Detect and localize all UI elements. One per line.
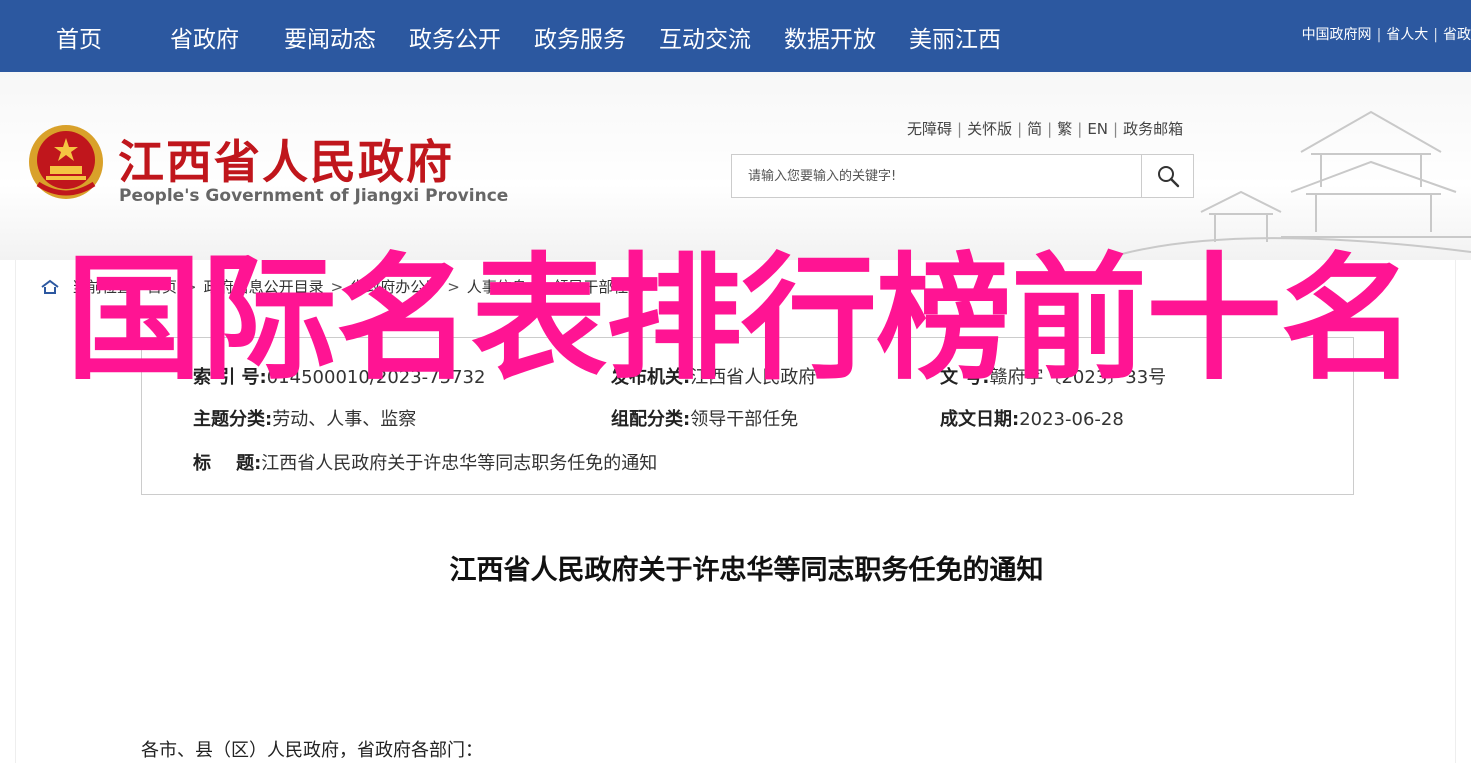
nav-item-province-gov[interactable]: 省政府 — [170, 20, 239, 54]
meta-index-label: 索 引 号: — [193, 367, 267, 388]
divider: | — [1376, 27, 1382, 43]
link-gov-mailbox[interactable]: 政务邮箱 — [1123, 120, 1183, 138]
top-right-links: 中国政府网 | 省人大 | 省政 — [1302, 24, 1471, 44]
meta-category: 组配分类:领导干部任免 — [611, 405, 798, 431]
breadcrumb-item-personnel[interactable]: 人事信息 — [467, 276, 527, 297]
document-title: 江西省人民政府关于许忠华等同志职务任免的通知 — [449, 555, 1044, 586]
nav-item-news[interactable]: 要闻动态 — [284, 20, 376, 54]
link-provincial-cppcc[interactable]: 省政 — [1443, 27, 1471, 43]
meta-category-value: 领导干部任免 — [690, 409, 799, 430]
link-traditional[interactable]: 繁 — [1057, 120, 1072, 138]
meta-date-label: 成文日期: — [940, 409, 1020, 430]
site-subtitle: People's Government of Jiangxi Province — [119, 186, 509, 206]
link-accessibility[interactable]: 无障碍 — [907, 120, 952, 138]
divider: | — [957, 120, 963, 138]
breadcrumb: 当前位置： 首页 > 政府信息公开目录 > 省政府办公厅 > 人事信息 > 领导… — [40, 276, 643, 297]
divider: | — [1017, 120, 1023, 138]
document-salutation: 各市、县（区）人民政府，省政府各部门： — [141, 740, 483, 761]
breadcrumb-item-appointments[interactable]: 领导干部任免 — [553, 276, 643, 297]
nav-item-interaction[interactable]: 互动交流 — [659, 20, 751, 54]
chevron-right-icon: > — [533, 277, 547, 296]
meta-docno-value: 赣府字〔2023〕33号 — [989, 367, 1167, 388]
breadcrumb-label: 当前位置： — [72, 278, 148, 296]
nav-item-gov-affairs-open[interactable]: 政务公开 — [409, 20, 501, 54]
link-simplified[interactable]: 简 — [1027, 120, 1042, 138]
link-english[interactable]: EN — [1087, 120, 1108, 138]
link-provincial-congress[interactable]: 省人大 — [1386, 27, 1428, 43]
meta-issuer-value: 江西省人民政府 — [690, 367, 817, 388]
meta-date: 成文日期:2023-06-28 — [940, 405, 1124, 431]
link-china-gov[interactable]: 中国政府网 — [1302, 27, 1372, 43]
divider: | — [1113, 120, 1119, 138]
meta-topic-label: 主题分类: — [193, 409, 273, 430]
meta-title-label: 标 题: — [193, 453, 262, 474]
search-icon — [1157, 166, 1179, 188]
search-box — [731, 154, 1194, 198]
meta-category-label: 组配分类: — [611, 409, 691, 430]
meta-title-value: 江西省人民政府关于许忠华等同志职务任免的通知 — [261, 453, 658, 474]
chevron-right-icon: > — [447, 277, 460, 296]
nav-item-home[interactable]: 首页 — [56, 20, 102, 54]
home-icon[interactable] — [40, 279, 60, 295]
breadcrumb-item-info-directory[interactable]: 政府信息公开目录 — [204, 276, 324, 297]
meta-date-value: 2023-06-28 — [1019, 409, 1124, 430]
search-button[interactable] — [1141, 155, 1193, 197]
nav-item-gov-services[interactable]: 政务服务 — [534, 20, 626, 54]
chevron-right-icon: > — [330, 277, 344, 296]
meta-docno-label: 文 号: — [940, 367, 990, 388]
nav-item-beautiful-jiangxi[interactable]: 美丽江西 — [909, 20, 1001, 54]
breadcrumb-item-general-office[interactable]: 省政府办公厅 — [350, 276, 440, 297]
chevron-right-icon: > — [184, 277, 197, 296]
national-emblem-icon — [29, 125, 103, 199]
meta-index-value: 014500010/2023-75732 — [266, 367, 486, 388]
meta-title: 标 题:江西省人民政府关于许忠华等同志职务任免的通知 — [193, 449, 657, 475]
meta-docno: 文 号:赣府字〔2023〕33号 — [940, 363, 1166, 389]
meta-topic-value: 劳动、人事、监察 — [272, 409, 417, 430]
divider: | — [1047, 120, 1053, 138]
meta-issuer-label: 发布机关: — [611, 367, 691, 388]
meta-topic: 主题分类:劳动、人事、监察 — [193, 405, 416, 431]
nav-item-open-data[interactable]: 数据开放 — [784, 20, 876, 54]
link-care-version[interactable]: 关怀版 — [967, 120, 1012, 138]
search-input[interactable] — [732, 155, 1142, 197]
divider: | — [1433, 27, 1438, 43]
divider: | — [1077, 120, 1083, 138]
meta-index: 索 引 号:014500010/2023-75732 — [193, 363, 485, 389]
utility-links: 无障碍 | 关怀版 | 简 | 繁 | EN | 政务邮箱 — [907, 118, 1183, 139]
content-area — [15, 260, 1456, 763]
top-nav: 首页 省政府 要闻动态 政务公开 政务服务 互动交流 数据开放 美丽江西 中国政… — [0, 0, 1471, 72]
site-title: 江西省人民政府 — [118, 135, 454, 189]
header-banner: 江西省人民政府 People's Government of Jiangxi P… — [0, 72, 1471, 260]
meta-issuer: 发布机关:江西省人民政府 — [611, 363, 816, 389]
breadcrumb-item-home[interactable]: 首页 — [147, 276, 177, 297]
